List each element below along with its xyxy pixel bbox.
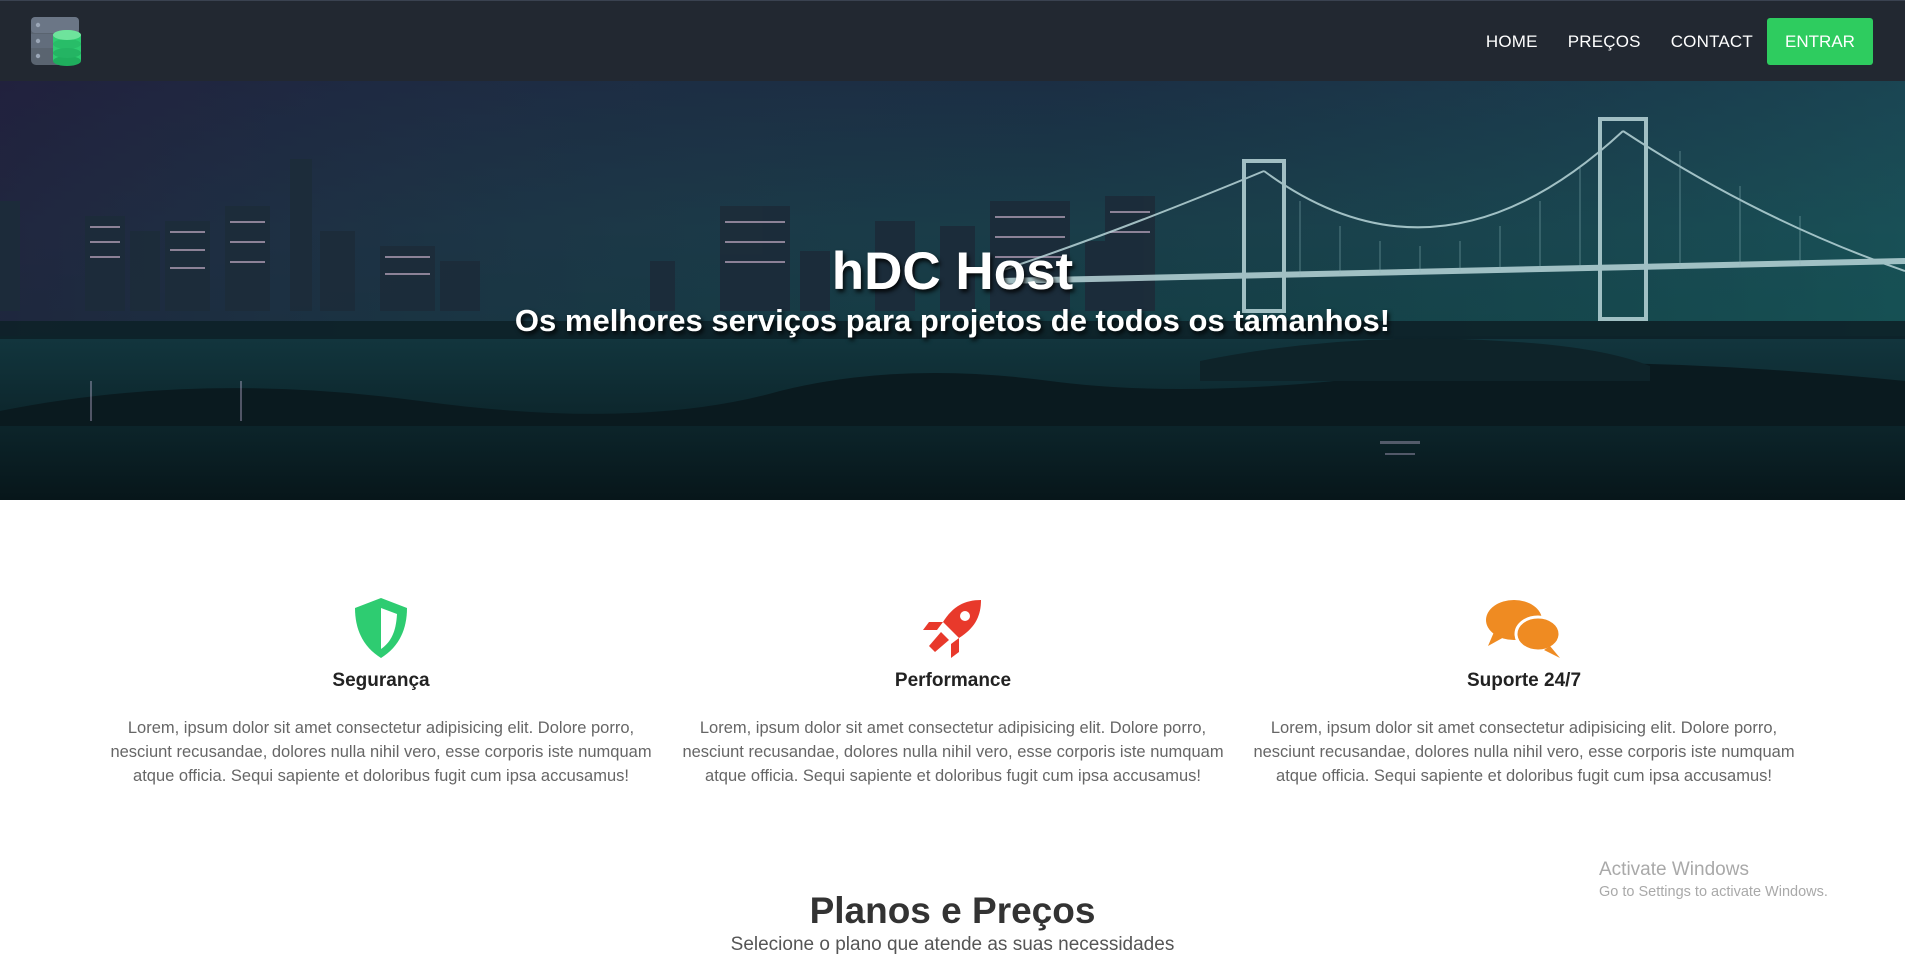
- feature-seguranca: Segurança Lorem, ipsum dolor sit amet co…: [95, 596, 667, 788]
- feature-title: Performance: [894, 670, 1012, 691]
- pricing-subtitle: Selecione o plano que atende as suas nec…: [730, 934, 1175, 955]
- top-navbar: HOME PREÇOS CONTACT ENTRAR: [0, 0, 1905, 81]
- shield-icon: [355, 598, 407, 658]
- feature-text: Lorem, ipsum dolor sit amet consectetur …: [1253, 719, 1795, 785]
- main-nav: HOME PREÇOS CONTACT: [1456, 1, 1753, 82]
- logo-database-icon[interactable]: [31, 17, 83, 67]
- chat-bubbles-icon: [1486, 600, 1562, 658]
- feature-text: Lorem, ipsum dolor sit amet consectetur …: [682, 719, 1224, 785]
- feature-suporte: Suporte 24/7 Lorem, ipsum dolor sit amet…: [1238, 596, 1810, 788]
- rocket-icon: [923, 600, 981, 658]
- feature-title: Segurança: [332, 670, 430, 691]
- nav-precos-link[interactable]: PREÇOS: [1568, 32, 1641, 52]
- hero-banner: hDC Host Os melhores serviços para proje…: [0, 81, 1905, 500]
- activate-windows-hint: Go to Settings to activate Windows.: [1599, 884, 1828, 900]
- feature-title: Suporte 24/7: [1466, 670, 1582, 691]
- feature-text: Lorem, ipsum dolor sit amet consectetur …: [110, 719, 652, 785]
- feature-performance: Performance Lorem, ipsum dolor sit amet …: [667, 596, 1239, 788]
- hero-title: hDC Host: [831, 242, 1074, 301]
- nav-home-link[interactable]: HOME: [1486, 32, 1538, 52]
- hero-subtitle: Os melhores serviços para projetos de to…: [514, 303, 1391, 338]
- entrar-button[interactable]: ENTRAR: [1767, 18, 1873, 65]
- activate-windows-watermark: Activate Windows: [1599, 859, 1749, 880]
- nav-contact-link[interactable]: CONTACT: [1671, 32, 1753, 52]
